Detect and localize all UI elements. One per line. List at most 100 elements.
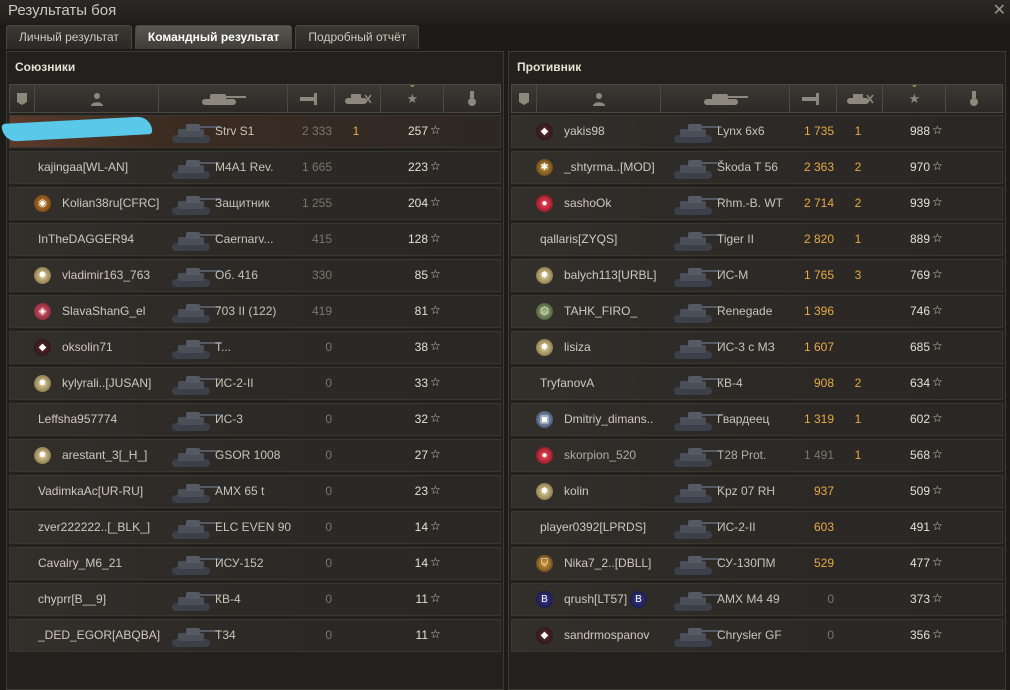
player-row[interactable]: ✸ balych113[URBL] ИС-М 1 765 3 769 ☆ <box>511 259 1003 292</box>
tank-silhouette-icon <box>674 232 722 251</box>
player-row[interactable]: ✸ kylyrali..[JUSAN] ИС-2-II 0 33 ☆ <box>9 367 501 400</box>
xp-star-icon: ☆ <box>932 411 943 425</box>
vehicle-name: T28 Prot. <box>717 448 767 462</box>
platoon-icon[interactable] <box>512 85 537 112</box>
player-row[interactable]: ◆ oksolin71 T... 0 38 ☆ <box>9 331 501 364</box>
damage-value: 0 <box>325 628 332 642</box>
player-row[interactable]: Strv S1 2 333 1 257 ☆ <box>1 115 501 148</box>
vehicle-name: M4A1 Rev. <box>215 160 274 174</box>
kills-value: 2 <box>854 376 862 390</box>
xp-star-icon: ☆ <box>932 339 943 353</box>
close-icon[interactable]: ✕ <box>993 0 1006 20</box>
player-name: Leffsha957774 <box>38 412 118 426</box>
xp-star-icon[interactable]: ⌄ ★ <box>381 79 445 112</box>
player-row[interactable]: ✸ vladimir163_763 Об. 416 330 85 ☆ <box>9 259 501 292</box>
vehicle-name: T34 <box>215 628 236 642</box>
kills-value: 2 <box>854 160 862 174</box>
xp-value: 204 <box>407 196 428 210</box>
xp-value: 32 <box>414 412 428 426</box>
kills-value: 1 <box>854 412 862 426</box>
tank-silhouette-icon <box>674 520 722 539</box>
player-icon[interactable] <box>537 85 662 112</box>
xp-star-icon[interactable]: ⌄ ★ <box>883 79 947 112</box>
medal-icon[interactable] <box>444 85 500 112</box>
player-row[interactable]: qallaris[ZYQS] Tiger II 2 820 1 889 ☆ <box>511 223 1003 256</box>
kills-value: 1 <box>854 232 862 246</box>
kills-icon[interactable] <box>837 85 884 112</box>
vehicle-name: Strv S1 <box>215 124 255 138</box>
damage-icon[interactable] <box>790 85 837 112</box>
allies-table-header: ⌄ ★ <box>9 79 501 113</box>
player-row[interactable]: ▣ Dmitriy_dimans.. Гвардеец 1 319 1 602 ☆ <box>511 403 1003 436</box>
vehicle-name: КВ-4 <box>215 592 241 606</box>
star-badge-icon: ✸ <box>536 483 553 500</box>
xp-star-icon: ☆ <box>430 303 441 317</box>
xp-star-icon: ☆ <box>932 195 943 209</box>
player-row[interactable]: InTheDAGGER94 Caernarv... 415 128 ☆ <box>9 223 501 256</box>
player-row[interactable]: player0392[LPRDS] ИС-2-II 603 491 ☆ <box>511 511 1003 544</box>
player-row[interactable]: Cavalry_M6_21 ИСУ-152 0 14 ☆ <box>9 547 501 580</box>
tank-silhouette-icon <box>674 196 722 215</box>
xp-star-icon: ☆ <box>430 123 441 137</box>
xp-star-icon: ☆ <box>932 627 943 641</box>
damage-icon[interactable] <box>288 85 335 112</box>
player-row[interactable]: ✸ lisiza ИС-3 с МЗ 1 607 685 ☆ <box>511 331 1003 364</box>
tank-silhouette-icon <box>674 160 722 179</box>
kills-value: 1 <box>854 124 862 138</box>
player-row[interactable]: ◆ sandrmospanov Chrysler GF 0 356 ☆ <box>511 619 1003 652</box>
player-row[interactable]: ⛉ Nika7_2..[DBLL] СУ-130ПМ 529 477 ☆ <box>511 547 1003 580</box>
player-name: VadimkaAc[UR-RU] <box>38 484 144 498</box>
platoon-icon[interactable] <box>10 85 35 112</box>
player-name: Nika7_2..[DBLL] <box>564 556 652 570</box>
star-badge-icon: ✸ <box>34 375 51 392</box>
tank-icon[interactable] <box>159 85 288 112</box>
damage-value: 0 <box>325 592 332 606</box>
player-row[interactable]: ● sashoOk Rhm.-B. WT 2 714 2 939 ☆ <box>511 187 1003 220</box>
xp-star-icon: ☆ <box>932 231 943 245</box>
player-row[interactable]: Bqrush[LT57] B AMX M4 49 0 373 ☆ <box>511 583 1003 616</box>
xp-value: 988 <box>909 124 930 138</box>
xp-value: 769 <box>909 268 930 282</box>
player-row[interactable]: zver222222..[_BLK_] ELC EVEN 90 0 14 ☆ <box>9 511 501 544</box>
xp-star-icon: ☆ <box>932 123 943 137</box>
player-row[interactable]: _DED_EGOR[ABQBA] T34 0 11 ☆ <box>9 619 501 652</box>
xp-value: 223 <box>407 160 428 174</box>
player-row[interactable]: ✸ arestant_3[_H_] GSOR 1008 0 27 ☆ <box>9 439 501 472</box>
damage-value: 1 255 <box>301 196 332 210</box>
xp-value: 477 <box>909 556 930 570</box>
kills-value: 1 <box>352 124 360 138</box>
player-row[interactable]: Leffsha957774 ИС-3 0 32 ☆ <box>9 403 501 436</box>
xp-star-icon: ☆ <box>932 159 943 173</box>
tank-icon[interactable] <box>661 85 790 112</box>
vehicle-name: Tiger II <box>717 232 754 246</box>
xp-value: 746 <box>909 304 930 318</box>
tab-detailed-report[interactable]: Подробный отчёт <box>295 25 420 49</box>
player-row[interactable]: ✸ kolin Kpz 07 RH 937 509 ☆ <box>511 475 1003 508</box>
enemies-list: ◆ yakis98 Lynx 6x6 1 735 1 988 ☆ ✱ _shtyrma..[MO… <box>511 115 1003 655</box>
xp-value: 634 <box>909 376 930 390</box>
player-row[interactable]: TryfanovA КВ-4 908 2 634 ☆ <box>511 367 1003 400</box>
tank-silhouette-icon <box>172 304 220 323</box>
tab-team-result[interactable]: Командный результат <box>134 25 293 49</box>
tab-personal-result[interactable]: Личный результат <box>6 25 132 49</box>
player-name: Kolian38ru[CFRC] <box>62 196 160 210</box>
player-row[interactable]: kajingaa[WL-AN] M4A1 Rev. 1 665 223 ☆ <box>9 151 501 184</box>
kills-icon[interactable] <box>335 85 382 112</box>
player-row[interactable]: ◆ yakis98 Lynx 6x6 1 735 1 988 ☆ <box>511 115 1003 148</box>
medal-icon[interactable] <box>946 85 1002 112</box>
player-name: chyprr[B__9] <box>38 592 107 606</box>
player-row[interactable]: VadimkaAc[UR-RU] AMX 65 t 0 23 ☆ <box>9 475 501 508</box>
xp-value: 889 <box>909 232 930 246</box>
player-icon[interactable] <box>35 85 160 112</box>
kills-value: 1 <box>854 448 862 462</box>
player-row[interactable]: ◉ Kolian38ru[CFRC] Защитник 1 255 204 ☆ <box>9 187 501 220</box>
player-row[interactable]: chyprr[B__9] КВ-4 0 11 ☆ <box>9 583 501 616</box>
damage-value: 603 <box>813 520 834 534</box>
player-row[interactable]: ⬡ TAHK_FIRO_ Renegade 1 396 746 ☆ <box>511 295 1003 328</box>
player-row[interactable]: ● skorpion_520 T28 Prot. 1 491 1 568 ☆ <box>511 439 1003 472</box>
player-name: kolin <box>564 484 589 498</box>
player-name: kajingaa[WL-AN] <box>38 160 129 174</box>
player-row[interactable]: ✱ _shtyrma..[MOD] Škoda T 56 2 363 2 970 ☆ <box>511 151 1003 184</box>
player-row[interactable]: ◈ SlavaShanG_el 703 II (122) 419 81 ☆ <box>9 295 501 328</box>
xp-star-icon: ☆ <box>430 519 441 533</box>
